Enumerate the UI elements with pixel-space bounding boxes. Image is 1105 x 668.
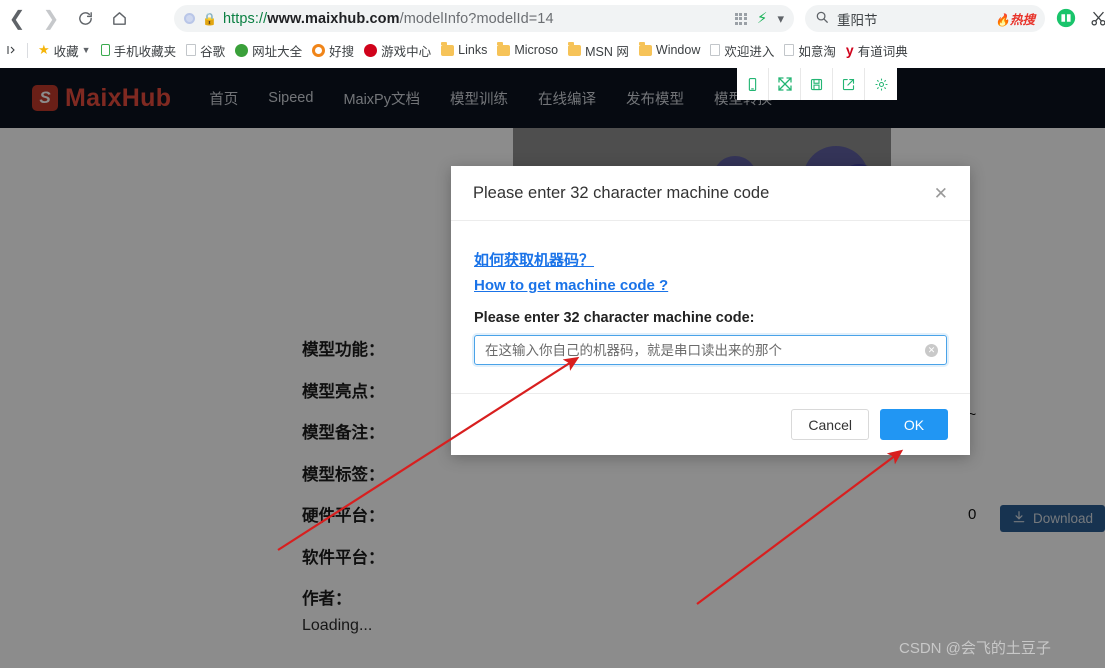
search-icon [815, 10, 829, 27]
site-info-icon [184, 13, 195, 24]
bookmark-item-mobile[interactable]: 手机收藏夹 [96, 39, 182, 61]
machine-code-input[interactable] [483, 341, 925, 359]
forward-icon: ❯ [42, 6, 60, 30]
youdao-icon: y [845, 42, 854, 58]
lock-icon: 🔒 [202, 11, 217, 26]
bookmark-item-welcome[interactable]: 欢迎进入 [705, 39, 779, 61]
bookmark-label: Links [458, 43, 488, 57]
bookmark-label: 如意淘 [798, 44, 836, 59]
how-to-get-machine-code-link-cn[interactable]: 如何获取机器码？ [474, 249, 947, 270]
bookmark-label: 游戏中心 [381, 44, 432, 59]
reload-icon[interactable] [68, 1, 102, 35]
document-icon [784, 44, 795, 56]
folder-icon [568, 42, 582, 56]
machine-code-field-label: Please enter 32 character machine code: [474, 310, 755, 326]
bookmark-label: 谷歌 [200, 44, 226, 59]
chevron-down-icon[interactable]: ▼ [82, 45, 91, 55]
bookmark-label: 网址大全 [252, 44, 303, 59]
bookmark-divider [27, 42, 28, 58]
nav-link-model-training[interactable]: 模型训练 [450, 88, 508, 109]
hot-search-label: 热搜 [1009, 13, 1035, 27]
csdn-watermark: CSDN @会飞的土豆子 [899, 640, 1051, 657]
nav-link-sipeed[interactable]: Sipeed [268, 90, 313, 106]
bookmark-item-ruyitao[interactable]: 如意淘 [779, 39, 841, 61]
bookmark-item-hao123[interactable]: 网址大全 [230, 39, 307, 61]
bookmark-item-games[interactable]: 游戏中心 [359, 39, 436, 61]
machine-code-dialog: Please enter 32 character machine code ✕… [451, 166, 970, 455]
chevron-down-icon[interactable]: ▾ [777, 12, 784, 25]
share-icon[interactable] [833, 68, 865, 100]
dialog-title: Please enter 32 character machine code [473, 183, 770, 202]
dialog-footer: Cancel OK [451, 393, 970, 455]
nav-link-publish-model[interactable]: 发布模型 [626, 88, 684, 109]
browser-chrome: ❮ ❯ 🔒 https://www.maixhub.com/modelInfo?… [0, 0, 1105, 68]
bookmark-item-microsoft[interactable]: Microso [492, 39, 563, 61]
how-to-get-machine-code-link-en[interactable]: How to get machine code ? [474, 277, 947, 294]
star-icon: ★ [38, 42, 50, 57]
address-bar-url: https://www.maixhub.com/modelInfo?modelI… [222, 10, 554, 27]
document-icon [710, 44, 721, 56]
site-main-nav: 首页 Sipeed MaixPy文档 模型训练 在线编译 发布模型 模型转换 [209, 88, 772, 109]
back-icon[interactable]: ❮ [0, 1, 34, 35]
ok-button[interactable]: OK [880, 409, 948, 440]
close-icon[interactable]: ✕ [934, 185, 948, 202]
nav-link-maixpy-docs[interactable]: MaixPy文档 [343, 88, 420, 109]
bookmark-label: MSN 网 [585, 44, 629, 59]
hot-search-badge[interactable]: 🔥热搜 [995, 9, 1035, 28]
dialog-header: Please enter 32 character machine code ✕ [451, 166, 970, 221]
logo-mark: S [32, 85, 58, 111]
search-input-value: 重阳节 [837, 12, 878, 28]
floating-toolbar [737, 68, 897, 100]
folder-icon [441, 42, 455, 56]
bookmark-label: 有道词典 [857, 44, 908, 59]
mobile-preview-icon[interactable] [737, 68, 769, 100]
bookmark-label: Window [655, 43, 701, 57]
bookmark-item-windows[interactable]: Window [634, 39, 705, 61]
flame-icon: 🔥 [995, 13, 1010, 27]
book-icon[interactable] [1054, 6, 1078, 30]
bookmark-item-msn[interactable]: MSN 网 [563, 39, 634, 61]
bookmarks-overflow-icon[interactable] [2, 39, 22, 61]
bookmark-label: 好搜 [329, 44, 355, 59]
bookmark-label: 欢迎进入 [724, 44, 775, 59]
home-icon[interactable] [102, 1, 136, 35]
bookmark-item-youdao[interactable]: y 有道词典 [841, 39, 913, 61]
red-circle-icon [364, 43, 378, 57]
address-bar[interactable]: 🔒 https://www.maixhub.com/modelInfo?mode… [174, 5, 794, 32]
bookmark-label: 收藏 [53, 44, 79, 59]
green-circle-icon [235, 43, 249, 57]
orange-circle-icon [312, 43, 326, 57]
site-header: S MaixHub 首页 Sipeed MaixPy文档 模型训练 在线编译 发… [0, 68, 1105, 128]
bookmark-item-favorites[interactable]: ★ 收藏 ▼ [33, 39, 96, 61]
bookmarks-bar: ★ 收藏 ▼ 手机收藏夹 谷歌 网址大全 好搜 游戏中心 Links Micro… [0, 36, 1105, 64]
folder-icon [497, 42, 511, 56]
grid-icon[interactable] [734, 12, 747, 25]
maixhub-logo[interactable]: S MaixHub [32, 84, 171, 113]
browser-search-box[interactable]: 重阳节 🔥热搜 [805, 5, 1045, 32]
bookmark-item-links[interactable]: Links [436, 39, 492, 61]
machine-code-input-wrapper[interactable]: ✕ [474, 335, 947, 365]
cancel-button[interactable]: Cancel [791, 409, 869, 440]
bookmark-item-google[interactable]: 谷歌 [181, 39, 230, 61]
dialog-body: 如何获取机器码？ How to get machine code ? Pleas… [451, 221, 970, 365]
scissors-icon[interactable] [1086, 6, 1105, 30]
bookmark-label: 手机收藏夹 [113, 44, 177, 59]
mobile-icon [100, 44, 110, 56]
nav-link-online-compile[interactable]: 在线编译 [538, 88, 596, 109]
logo-text: MaixHub [65, 83, 172, 112]
bookmark-item-haosou[interactable]: 好搜 [307, 39, 359, 61]
folder-icon [638, 42, 652, 56]
gear-icon[interactable] [865, 68, 897, 100]
clear-input-icon[interactable]: ✕ [925, 343, 938, 357]
fullscreen-icon[interactable] [769, 68, 801, 100]
bookmark-label: Microso [514, 43, 559, 57]
save-icon[interactable] [801, 68, 833, 100]
lightning-icon[interactable]: ⚡ [757, 11, 768, 26]
nav-link-home[interactable]: 首页 [209, 88, 238, 109]
document-icon [186, 44, 197, 56]
